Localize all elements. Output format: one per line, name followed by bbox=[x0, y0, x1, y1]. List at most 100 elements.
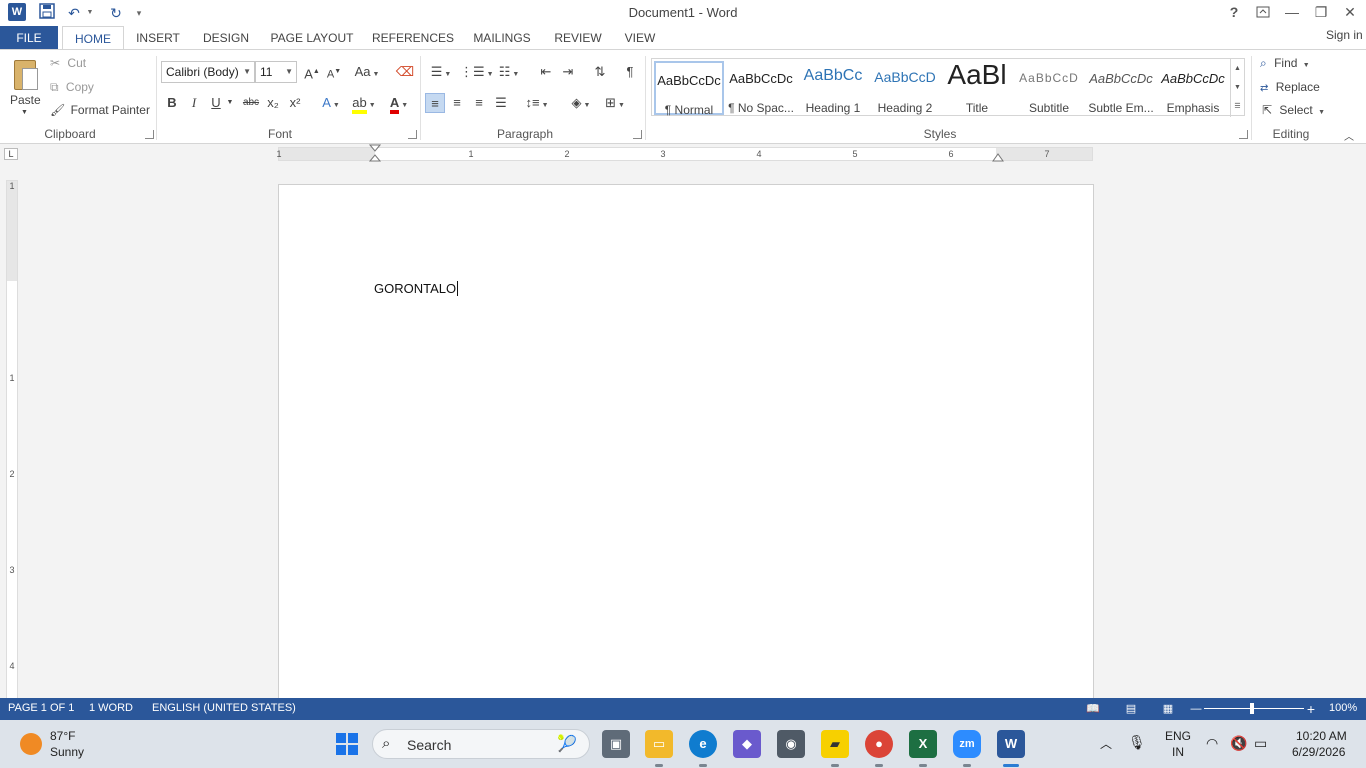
redo-icon[interactable]: ↻ bbox=[106, 3, 126, 23]
replace-button[interactable]: ⇄ Replace bbox=[1260, 80, 1320, 94]
align-right-icon[interactable]: ≡ bbox=[469, 93, 489, 113]
input-language-bottom[interactable]: IN bbox=[1172, 745, 1184, 759]
font-color-icon[interactable]: A ▼ bbox=[384, 93, 414, 114]
excel-icon[interactable]: X bbox=[909, 730, 937, 758]
word-taskbar-icon[interactable]: W bbox=[997, 730, 1025, 758]
gallery-scroll-up-icon[interactable]: ▲ bbox=[1231, 59, 1244, 78]
zoom-out-button[interactable]: — bbox=[1188, 701, 1204, 717]
zoom-slider[interactable] bbox=[1204, 708, 1304, 709]
sort-icon[interactable]: ⇅ bbox=[590, 62, 610, 82]
sign-in-link[interactable]: Sign in bbox=[1326, 26, 1366, 50]
tab-home[interactable]: HOME bbox=[62, 26, 124, 51]
align-left-icon[interactable]: ≡ bbox=[425, 93, 445, 113]
vertical-ruler[interactable]: 1 1 2 3 4 bbox=[6, 180, 18, 698]
undo-dropdown-icon[interactable]: ▼ bbox=[84, 3, 96, 23]
select-button[interactable]: ⇱ Select ▼ bbox=[1262, 103, 1325, 117]
undo-icon[interactable]: ↶ bbox=[64, 3, 84, 23]
copy-button[interactable]: ⧉ Copy bbox=[50, 80, 94, 95]
web-layout-icon[interactable]: ▦ bbox=[1160, 701, 1176, 717]
cut-button[interactable]: ✂ Cut bbox=[50, 56, 86, 70]
italic-button[interactable]: I bbox=[184, 93, 204, 113]
weather-condition[interactable]: Sunny bbox=[50, 745, 84, 759]
strikethrough-button[interactable]: abc bbox=[240, 93, 262, 113]
font-family-combo[interactable]: Calibri (Body) ▼ bbox=[161, 61, 255, 83]
tab-design[interactable]: DESIGN bbox=[200, 26, 252, 50]
line-spacing-icon[interactable]: ↕≡ ▼ bbox=[522, 93, 552, 113]
subscript-button[interactable]: x₂ bbox=[263, 93, 283, 113]
sticky-notes-icon[interactable]: ▰ bbox=[821, 730, 849, 758]
justify-icon[interactable]: ☰ bbox=[491, 93, 511, 113]
style-heading-2[interactable]: AaBbCcD Heading 2 bbox=[870, 61, 940, 115]
superscript-button[interactable]: x² bbox=[285, 93, 305, 113]
tab-review[interactable]: REVIEW bbox=[552, 26, 604, 50]
shrink-font-icon[interactable]: A▼ bbox=[324, 62, 344, 82]
sun-icon[interactable] bbox=[20, 733, 42, 755]
save-icon[interactable] bbox=[36, 3, 58, 23]
multilevel-list-icon[interactable]: ☷ ▼ bbox=[494, 62, 524, 82]
microphone-icon[interactable]: 🎙 bbox=[1128, 734, 1146, 751]
collapse-ribbon-icon[interactable]: ︿ bbox=[1344, 128, 1354, 143]
tab-mailings[interactable]: MAILINGS bbox=[470, 26, 534, 50]
bold-button[interactable]: B bbox=[162, 93, 182, 113]
font-dialog-launcher-icon[interactable] bbox=[408, 130, 417, 139]
increase-indent-icon[interactable]: ⇥ bbox=[558, 62, 578, 82]
style-heading-1[interactable]: AaBbCc Heading 1 bbox=[798, 61, 868, 115]
clock-time[interactable]: 10:20 AM bbox=[1296, 729, 1347, 743]
minimize-button[interactable]: — bbox=[1277, 0, 1307, 24]
read-mode-icon[interactable]: 📖 bbox=[1085, 701, 1101, 717]
shading-icon[interactable]: ◈ ▼ bbox=[566, 93, 596, 113]
tab-view[interactable]: VIEW bbox=[622, 26, 658, 50]
camera-icon[interactable]: ◉ bbox=[777, 730, 805, 758]
underline-dropdown-icon[interactable]: ▼ bbox=[224, 93, 236, 113]
tab-file[interactable]: FILE bbox=[0, 26, 58, 50]
styles-dialog-launcher-icon[interactable] bbox=[1239, 130, 1248, 139]
gallery-scroll-down-icon[interactable]: ▼ bbox=[1231, 78, 1244, 97]
grow-font-icon[interactable]: A▲ bbox=[302, 62, 322, 82]
input-language-top[interactable]: ENG bbox=[1165, 729, 1191, 743]
print-layout-icon[interactable]: ▤ bbox=[1123, 701, 1139, 717]
tab-selector[interactable]: L bbox=[4, 148, 18, 160]
underline-button[interactable]: U bbox=[206, 93, 226, 113]
horizontal-ruler[interactable]: 1 1 2 3 4 5 6 7 bbox=[276, 144, 1093, 162]
zoom-slider-thumb[interactable] bbox=[1250, 703, 1254, 714]
change-case-icon[interactable]: Aa ▼ bbox=[352, 62, 382, 82]
language-status[interactable]: ENGLISH (UNITED STATES) bbox=[152, 702, 296, 714]
word-count[interactable]: 1 WORD bbox=[89, 702, 133, 714]
text-effects-icon[interactable]: A ▼ bbox=[316, 93, 346, 113]
style-subtitle[interactable]: AaBbCcD Subtitle bbox=[1014, 61, 1084, 115]
gallery-more-icon[interactable]: ☰ bbox=[1231, 97, 1244, 116]
clear-formatting-icon[interactable]: ⌫ bbox=[395, 62, 415, 82]
numbering-icon[interactable]: ⋮☰ ▼ bbox=[460, 62, 494, 82]
align-center-icon[interactable]: ≡ bbox=[447, 93, 467, 113]
start-button[interactable] bbox=[333, 730, 361, 758]
style-subtle-emphasis[interactable]: AaBbCcDc Subtle Em... bbox=[1086, 61, 1156, 115]
format-painter-button[interactable]: 🖌 Format Painter bbox=[50, 103, 150, 117]
paragraph-dialog-launcher-icon[interactable] bbox=[633, 130, 642, 139]
bullets-icon[interactable]: ☰ ▼ bbox=[426, 62, 456, 82]
zoom-in-button[interactable]: + bbox=[1303, 701, 1319, 717]
style-no-spacing[interactable]: AaBbCcDc ¶ No Spac... bbox=[726, 61, 796, 115]
tab-references[interactable]: REFERENCES bbox=[372, 26, 454, 50]
borders-icon[interactable]: ⊞ ▼ bbox=[600, 93, 630, 113]
decrease-indent-icon[interactable]: ⇤ bbox=[536, 62, 556, 82]
restore-button[interactable]: ❐ bbox=[1306, 0, 1336, 24]
style-title[interactable]: AaBl Title bbox=[942, 59, 1012, 115]
page-count[interactable]: PAGE 1 OF 1 bbox=[8, 702, 74, 714]
first-line-indent-icon[interactable] bbox=[369, 144, 381, 162]
document-page[interactable]: GORONTALO bbox=[278, 184, 1094, 698]
word-app-icon[interactable]: W bbox=[8, 3, 26, 21]
copilot-icon[interactable]: ◆ bbox=[733, 730, 761, 758]
help-button[interactable]: ? bbox=[1219, 0, 1249, 24]
style-normal[interactable]: AaBbCcDc ¶ Normal bbox=[654, 61, 724, 117]
text-highlight-color-icon[interactable]: ab ▼ bbox=[348, 93, 380, 114]
font-size-combo[interactable]: 11 ▼ bbox=[255, 61, 297, 83]
customize-qat-icon[interactable]: ▾ bbox=[132, 3, 146, 23]
paste-dropdown-icon[interactable]: ▼ bbox=[21, 109, 28, 116]
wifi-icon[interactable]: ◠ bbox=[1206, 735, 1218, 752]
clock-date[interactable]: 6/29/2026 bbox=[1292, 745, 1345, 759]
zoom-level[interactable]: 100% bbox=[1329, 702, 1357, 714]
tab-insert[interactable]: INSERT bbox=[134, 26, 182, 50]
edge-icon[interactable]: e bbox=[689, 730, 717, 758]
close-button[interactable]: ✕ bbox=[1335, 0, 1365, 24]
clipboard-dialog-launcher-icon[interactable] bbox=[145, 130, 154, 139]
